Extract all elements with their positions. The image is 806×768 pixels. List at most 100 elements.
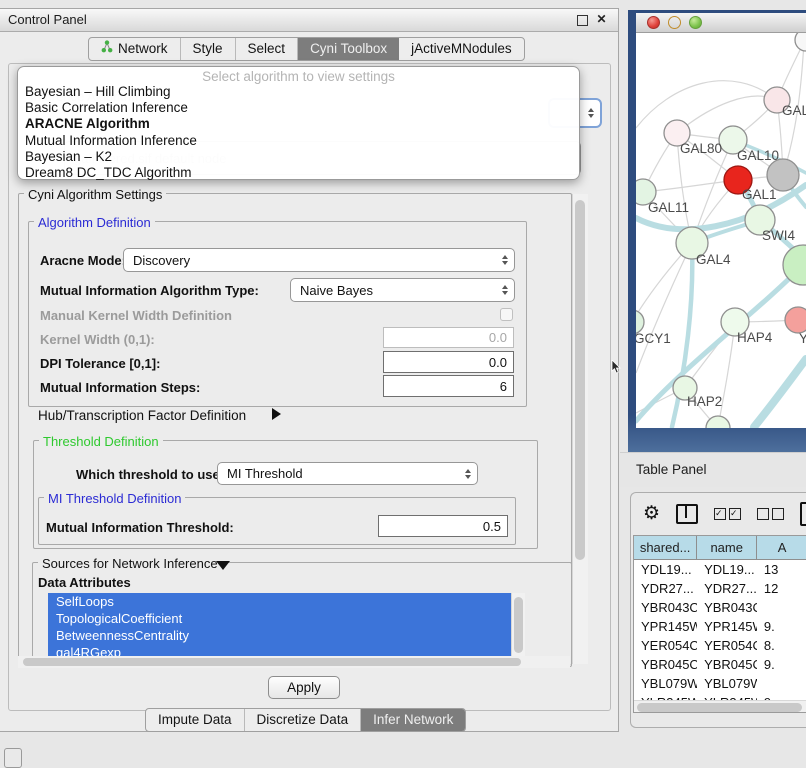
dock-panel-icon[interactable] <box>4 748 22 768</box>
popup-placeholder: Select algorithm to view settings <box>18 69 579 84</box>
cell: YBR045C <box>697 655 757 674</box>
minimize-traffic-light[interactable] <box>668 16 681 29</box>
which-threshold-label: Which threshold to use: <box>76 467 224 482</box>
node-label: GAL80 <box>680 141 722 156</box>
float-window-icon[interactable] <box>577 15 588 26</box>
popup-item[interactable]: Mutual Information Inference <box>18 133 579 149</box>
node-label: GAL10 <box>737 148 779 163</box>
deselect-all-checks-icon[interactable] <box>757 508 784 520</box>
node-table[interactable]: shared... name A YDL19... YDL19... 13 YD… <box>633 535 806 713</box>
cell: YPR145W <box>634 617 697 636</box>
mi-steps-field[interactable]: 6 <box>383 375 514 397</box>
kernel-width-field: 0.0 <box>383 327 514 348</box>
scrollbar-thumb[interactable] <box>637 703 802 712</box>
node-label: SWI4 <box>762 228 795 243</box>
hub-section-label[interactable]: Hub/Transcription Factor Definition <box>38 408 246 423</box>
tab-label: Style <box>193 38 223 60</box>
tab-network[interactable]: Network <box>89 38 181 60</box>
table-row[interactable]: YBR043C YBR043C <box>634 598 806 617</box>
columns-icon[interactable] <box>676 504 698 524</box>
tab-discretize-data[interactable]: Discretize Data <box>245 709 362 731</box>
which-threshold-select[interactable]: MI Threshold <box>217 462 478 485</box>
table-row[interactable]: YBL079W YBL079W <box>634 674 806 693</box>
column-header[interactable]: name <box>697 536 757 559</box>
popup-item[interactable]: Bayesian – Hill Climbing <box>18 84 579 100</box>
field-value: 0.0 <box>489 330 507 345</box>
cell: YER054C <box>634 636 697 655</box>
expand-arrow-icon[interactable] <box>272 408 281 420</box>
cell: YPR145W <box>697 617 757 636</box>
aracne-mode-select[interactable]: Discovery <box>123 248 515 272</box>
table-panel-title: Table Panel <box>636 462 707 477</box>
scrollbar-thumb[interactable] <box>575 200 585 560</box>
node-salmon[interactable] <box>785 307 806 333</box>
settings-vertical-scrollbar[interactable] <box>572 194 588 664</box>
cell: 9. <box>757 655 806 674</box>
document-icon[interactable] <box>800 502 806 526</box>
kernel-width-label: Kernel Width (0,1): <box>40 332 155 347</box>
cell <box>757 674 806 693</box>
data-attributes-list[interactable]: SelfLoops TopologicalCoefficient Between… <box>48 593 511 663</box>
mi-threshold-field[interactable]: 0.5 <box>378 515 508 537</box>
apply-button[interactable]: Apply <box>268 676 340 699</box>
collapse-arrow-icon[interactable] <box>216 561 230 570</box>
combo-value: MI Threshold <box>227 466 303 481</box>
table-row[interactable]: YER054C YER054C 8. <box>634 636 806 655</box>
cell: YBR045C <box>634 655 697 674</box>
tab-select[interactable]: Select <box>236 38 299 60</box>
network-graph: GAL GAL80 GAL10 GAL1 GAL11 SWI4 GAL4 GCY… <box>636 33 806 428</box>
gear-icon[interactable]: ⚙ <box>643 504 660 524</box>
cell: YLL052C <box>697 712 757 713</box>
combo-arrows-icon <box>502 285 508 295</box>
table-row[interactable]: YLL052C YLL052C 9 <box>634 712 806 713</box>
zoom-traffic-light[interactable] <box>689 16 702 29</box>
column-header[interactable]: shared... <box>634 536 697 559</box>
popup-item[interactable]: Bayesian – K2 <box>18 149 579 165</box>
popup-item[interactable]: Dream8 DC_TDC Algorithm <box>18 165 579 181</box>
control-panel-titlebar[interactable]: Control Panel ✕ <box>0 9 618 32</box>
table-row[interactable]: YDL19... YDL19... 13 <box>634 560 806 579</box>
algorithm-dropdown-popup: Select algorithm to view settings Bayesi… <box>17 66 580 180</box>
popup-item[interactable]: Basic Correlation Inference <box>18 100 579 116</box>
table-toolbar: ⚙ ✓ ✓ <box>643 503 806 525</box>
node-label: GAL4 <box>696 252 731 267</box>
cell: YDL19... <box>634 560 697 579</box>
list-item[interactable]: SelfLoops <box>48 593 511 610</box>
tab-jactivemnodules[interactable]: jActiveMNodules <box>399 38 524 60</box>
scrollbar-thumb[interactable] <box>23 658 521 666</box>
manual-kernel-width-checkbox[interactable] <box>500 308 513 321</box>
tab-impute-data[interactable]: Impute Data <box>146 709 245 731</box>
tab-style[interactable]: Style <box>181 38 236 60</box>
dpi-tolerance-label: DPI Tolerance [0,1]: <box>40 356 160 371</box>
select-all-checks-icon[interactable]: ✓ ✓ <box>714 508 741 520</box>
mouse-cursor <box>611 360 622 375</box>
network-view-window: GAL GAL80 GAL10 GAL1 GAL11 SWI4 GAL4 GCY… <box>628 10 806 455</box>
scrollbar-thumb[interactable] <box>514 597 523 653</box>
list-item[interactable]: BetweennessCentrality <box>48 627 511 644</box>
network-window-titlebar[interactable] <box>636 13 806 33</box>
list-vertical-scrollbar[interactable] <box>511 593 525 663</box>
table-row[interactable]: YBR045C YBR045C 9. <box>634 655 806 674</box>
column-header[interactable]: A <box>757 536 806 559</box>
cell: 13 <box>757 560 806 579</box>
tab-cyni-toolbox[interactable]: Cyni Toolbox <box>298 38 399 60</box>
combo-arrows-icon <box>502 255 508 265</box>
screen: { "window": { "title": "Control Panel", … <box>0 0 806 762</box>
tab-infer-network[interactable]: Infer Network <box>361 709 465 731</box>
table-panel-titlebar[interactable]: Table Panel <box>620 452 806 487</box>
popup-item-selected[interactable]: ARACNE Algorithm <box>18 116 579 132</box>
close-traffic-light[interactable] <box>647 16 660 29</box>
dpi-tolerance-field[interactable]: 0.0 <box>383 351 514 373</box>
node-label: HAP2 <box>687 394 722 409</box>
node[interactable] <box>795 33 806 51</box>
settings-horizontal-scrollbar[interactable] <box>18 656 570 668</box>
mi-algorithm-type-select[interactable]: Naive Bayes <box>290 278 515 302</box>
table-horizontal-scrollbar[interactable] <box>634 700 806 713</box>
table-row[interactable]: YPR145W YPR145W 9. <box>634 617 806 636</box>
list-item[interactable]: TopologicalCoefficient <box>48 610 511 627</box>
close-icon[interactable]: ✕ <box>595 13 608 26</box>
field-value: 0.0 <box>489 355 507 370</box>
network-canvas[interactable]: GAL GAL80 GAL10 GAL1 GAL11 SWI4 GAL4 GCY… <box>636 33 806 428</box>
node[interactable] <box>706 416 730 428</box>
table-row[interactable]: YDR27... YDR27... 12 <box>634 579 806 598</box>
